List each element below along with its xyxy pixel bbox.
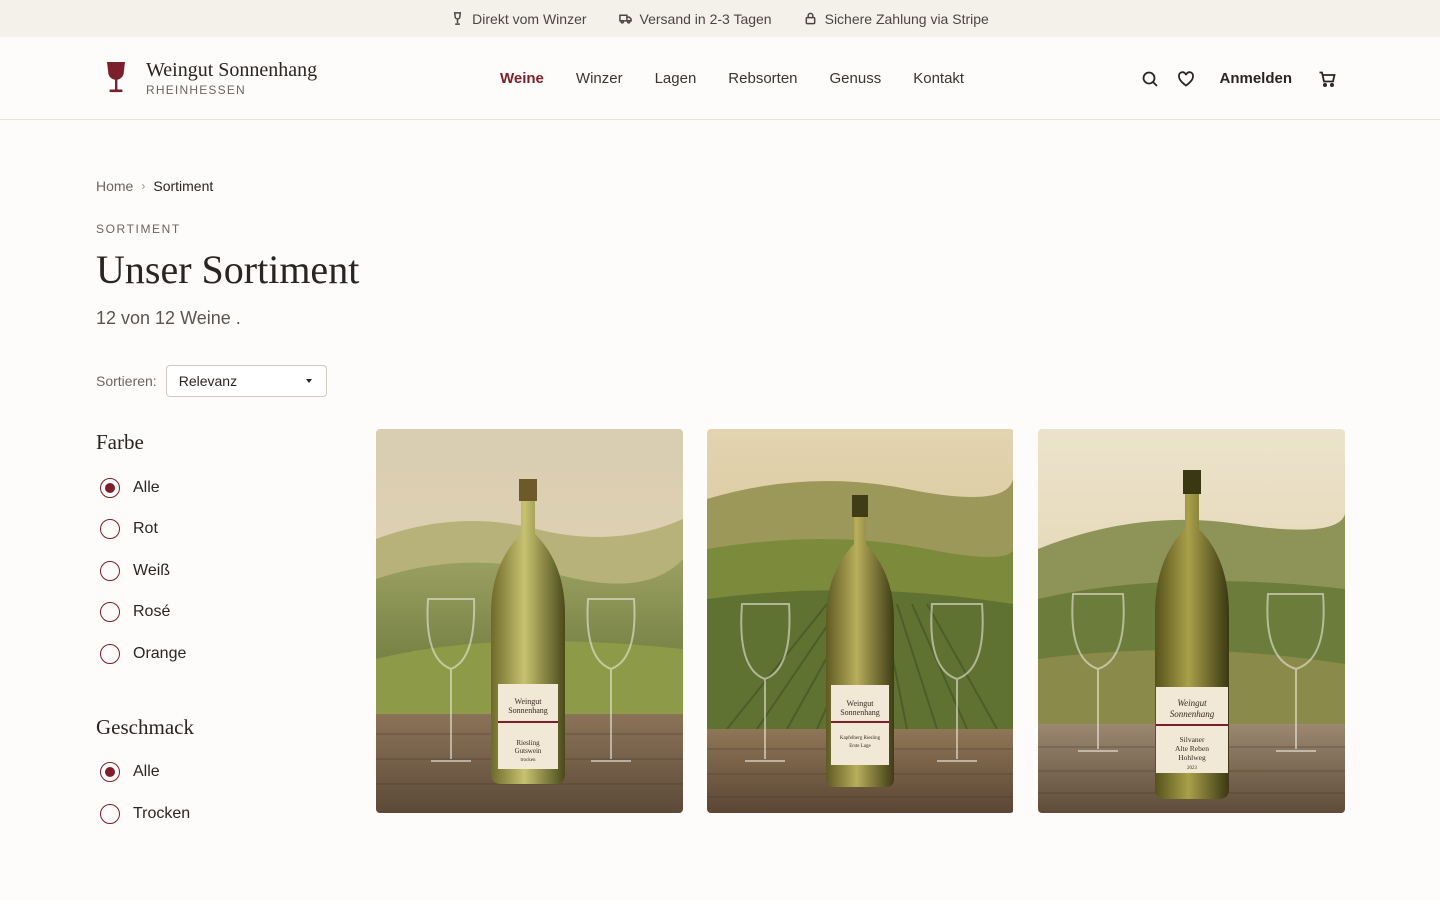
filter-option-label: Alle — [133, 478, 160, 496]
radio-button[interactable] — [100, 560, 120, 581]
sort-value: Relevanz — [178, 373, 238, 389]
search-icon[interactable] — [1141, 70, 1159, 88]
filter-option-alle[interactable]: Alle — [96, 467, 336, 509]
svg-text:Silvaner: Silvaner — [1180, 735, 1205, 744]
nav-item-genuss[interactable]: Genuss — [830, 70, 882, 87]
filter-option-alle[interactable]: Alle — [96, 752, 336, 794]
wine-glass-logo-icon — [107, 62, 125, 93]
product-image[interactable]: Weingut Sonnenhang Silvaner Alte Reben H… — [1038, 429, 1345, 813]
svg-text:Gutswein: Gutswein — [515, 747, 542, 755]
announcement-text: Sichere Zahlung via Stripe — [824, 10, 989, 27]
svg-text:Kapfelberg Riesling: Kapfelberg Riesling — [840, 736, 881, 741]
product-grid: Weingut Sonnenhang Riesling Gutswein tro… — [376, 429, 1345, 813]
filter-option-weiss[interactable]: Weiß — [96, 550, 336, 592]
wine-glass-icon — [454, 12, 462, 25]
brand-region: RHEINHESSEN — [146, 83, 246, 97]
radio-button[interactable] — [100, 643, 120, 664]
svg-text:Erste Lage: Erste Lage — [849, 744, 871, 749]
nav-item-weine[interactable]: Weine — [500, 70, 544, 87]
main-nav: Weine Winzer Lagen Rebsorten Genuss Kont… — [500, 37, 964, 120]
filter-option-rot[interactable]: Rot — [96, 509, 336, 551]
filter-title-farbe: Farbe — [96, 430, 144, 454]
product-image[interactable]: Weingut Sonnenhang Kapfelberg Riesling E… — [707, 429, 1013, 813]
result-count: 12 von 12 Weine . — [96, 308, 241, 328]
radio-button[interactable] — [100, 602, 120, 623]
filter-option-label: Alle — [133, 763, 160, 781]
svg-text:trocken: trocken — [521, 758, 536, 763]
truck-icon — [618, 14, 632, 24]
nav-item-lagen[interactable]: Lagen — [655, 70, 697, 87]
heart-icon[interactable] — [1177, 70, 1195, 88]
filter-option-label: Weiß — [133, 561, 171, 579]
announcement-text: Direkt vom Winzer — [472, 10, 587, 27]
product-card[interactable]: Weingut Sonnenhang Riesling Gutswein tro… — [376, 429, 683, 813]
announcement-item: Versand in 2-3 Tagen — [618, 10, 772, 27]
svg-text:Weingut: Weingut — [1177, 698, 1207, 708]
svg-text:Sonnenhang: Sonnenhang — [840, 708, 880, 717]
lock-icon — [805, 12, 816, 25]
svg-text:Hohlweg: Hohlweg — [1178, 753, 1206, 762]
breadcrumb-current: Sortiment — [153, 178, 214, 194]
product-card[interactable]: Weingut Sonnenhang Silvaner Alte Reben H… — [1038, 429, 1345, 813]
svg-text:Alte Reben: Alte Reben — [1175, 744, 1209, 753]
announcement-text: Versand in 2-3 Tagen — [639, 10, 772, 27]
svg-text:Riesling: Riesling — [516, 739, 540, 747]
caret-down-icon — [305, 379, 312, 383]
filter-option-trocken[interactable]: Trocken — [96, 793, 336, 835]
announcement-item: Direkt vom Winzer — [451, 10, 587, 27]
radio-button[interactable] — [100, 803, 120, 824]
filter-option-label: Rot — [133, 520, 158, 538]
nav-item-winzer[interactable]: Winzer — [576, 70, 623, 87]
announcement-item: Sichere Zahlung via Stripe — [804, 11, 989, 27]
filter-option-label: Trocken — [133, 804, 191, 822]
page-title: Unser Sortiment — [96, 247, 360, 292]
header-actions: Anmelden — [1141, 37, 1336, 120]
filter-option-rose[interactable]: Rosé — [96, 592, 336, 634]
sort-select[interactable]: Relevanz — [165, 365, 327, 397]
radio-button[interactable] — [100, 477, 120, 498]
sort-label: Sortieren: — [96, 373, 157, 389]
radio-button[interactable] — [100, 519, 120, 540]
filter-sidebar: Farbe Alle Rot Weiß Rosé Orange Geschmac… — [96, 430, 336, 835]
brand-logo[interactable]: Weingut Sonnenhang RHEINHESSEN — [104, 59, 317, 97]
filter-option-orange[interactable]: Orange — [96, 633, 336, 675]
product-image[interactable]: Weingut Sonnenhang Riesling Gutswein tro… — [376, 429, 683, 813]
svg-text:Sonnenhang: Sonnenhang — [508, 706, 548, 715]
breadcrumb-home[interactable]: Home — [96, 178, 133, 194]
svg-text:Sonnenhang: Sonnenhang — [1170, 709, 1215, 719]
cart-icon[interactable] — [1318, 70, 1336, 88]
svg-text:Weingut: Weingut — [515, 697, 543, 706]
breadcrumb: Home › Sortiment — [96, 178, 213, 194]
site-header: Weingut Sonnenhang RHEINHESSEN Weine Win… — [0, 37, 1440, 120]
svg-text:Weingut: Weingut — [847, 699, 875, 708]
announcement-bar: Direkt vom Winzer Versand in 2-3 Tagen S… — [0, 0, 1440, 37]
chevron-right-icon: › — [141, 179, 146, 193]
filter-option-label: Rosé — [133, 603, 171, 621]
nav-item-rebsorten[interactable]: Rebsorten — [728, 70, 797, 87]
radio-button[interactable] — [100, 762, 120, 783]
svg-text:2023: 2023 — [1187, 766, 1198, 771]
page-eyebrow: SORTIMENT — [96, 222, 181, 236]
login-button[interactable]: Anmelden — [1219, 70, 1292, 87]
nav-item-kontakt[interactable]: Kontakt — [913, 70, 964, 87]
filter-option-label: Orange — [133, 644, 187, 662]
filter-title-geschmack: Geschmack — [96, 714, 194, 739]
product-card[interactable]: Weingut Sonnenhang Kapfelberg Riesling E… — [707, 429, 1014, 813]
sort-control: Sortieren: Relevanz — [96, 365, 327, 397]
brand-name: Weingut Sonnenhang — [146, 59, 318, 81]
